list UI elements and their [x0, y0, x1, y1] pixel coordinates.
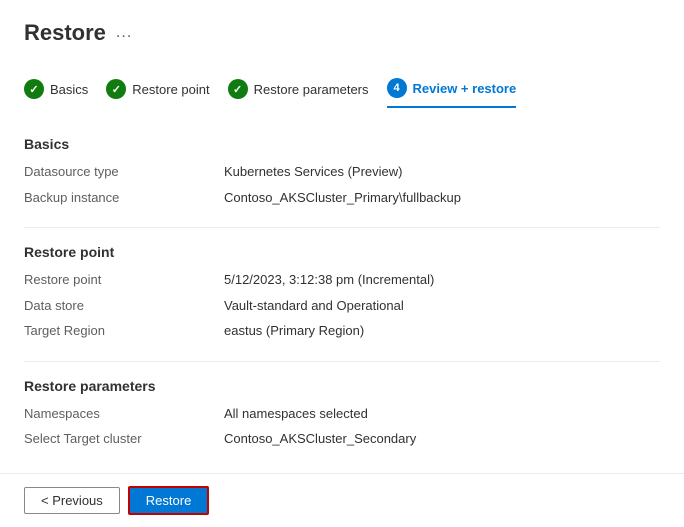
row-namespaces: Namespaces All namespaces selected	[24, 404, 660, 424]
value-backup-instance: Contoso_AKSCluster_Primary\fullbackup	[224, 188, 461, 208]
section-title-basics: Basics	[24, 136, 660, 152]
step-number-icon-review: 4	[387, 78, 407, 98]
footer: < Previous Restore	[0, 473, 684, 527]
page-container: Restore ... Basics Restore point Restore…	[0, 0, 684, 489]
step-check-icon-restore-point	[106, 79, 126, 99]
section-basics: Basics Datasource type Kubernetes Servic…	[24, 136, 660, 207]
row-target-cluster: Select Target cluster Contoso_AKSCluster…	[24, 429, 660, 449]
divider-1	[24, 227, 660, 228]
step-label-review-restore: Review + restore	[413, 81, 517, 96]
row-restore-point: Restore point 5/12/2023, 3:12:38 pm (Inc…	[24, 270, 660, 290]
label-backup-instance: Backup instance	[24, 188, 224, 208]
step-restore-parameters[interactable]: Restore parameters	[228, 71, 369, 107]
row-data-store: Data store Vault-standard and Operationa…	[24, 296, 660, 316]
value-target-cluster: Contoso_AKSCluster_Secondary	[224, 429, 416, 449]
wizard-steps: Basics Restore point Restore parameters …	[24, 70, 660, 108]
value-data-store: Vault-standard and Operational	[224, 296, 404, 316]
section-title-restore-point: Restore point	[24, 244, 660, 260]
label-data-store: Data store	[24, 296, 224, 316]
ellipsis-button[interactable]: ...	[116, 24, 132, 42]
label-datasource-type: Datasource type	[24, 162, 224, 182]
row-datasource-type: Datasource type Kubernetes Services (Pre…	[24, 162, 660, 182]
step-check-icon-restore-parameters	[228, 79, 248, 99]
row-target-region: Target Region eastus (Primary Region)	[24, 321, 660, 341]
step-label-restore-point: Restore point	[132, 82, 209, 97]
page-title: Restore	[24, 20, 106, 46]
step-label-restore-parameters: Restore parameters	[254, 82, 369, 97]
value-restore-point: 5/12/2023, 3:12:38 pm (Incremental)	[224, 270, 434, 290]
step-review-restore[interactable]: 4 Review + restore	[387, 70, 517, 108]
section-title-restore-parameters: Restore parameters	[24, 378, 660, 394]
restore-button[interactable]: Restore	[128, 486, 210, 515]
row-backup-instance: Backup instance Contoso_AKSCluster_Prima…	[24, 188, 660, 208]
value-namespaces: All namespaces selected	[224, 404, 368, 424]
value-datasource-type: Kubernetes Services (Preview)	[224, 162, 402, 182]
label-namespaces: Namespaces	[24, 404, 224, 424]
label-restore-point: Restore point	[24, 270, 224, 290]
previous-button[interactable]: < Previous	[24, 487, 120, 514]
step-label-basics: Basics	[50, 82, 88, 97]
step-basics[interactable]: Basics	[24, 71, 88, 107]
step-restore-point[interactable]: Restore point	[106, 71, 209, 107]
label-target-region: Target Region	[24, 321, 224, 341]
label-target-cluster: Select Target cluster	[24, 429, 224, 449]
page-header: Restore ...	[24, 20, 660, 46]
divider-2	[24, 361, 660, 362]
step-check-icon-basics	[24, 79, 44, 99]
value-target-region: eastus (Primary Region)	[224, 321, 364, 341]
section-restore-point: Restore point Restore point 5/12/2023, 3…	[24, 244, 660, 341]
section-restore-parameters: Restore parameters Namespaces All namesp…	[24, 378, 660, 449]
